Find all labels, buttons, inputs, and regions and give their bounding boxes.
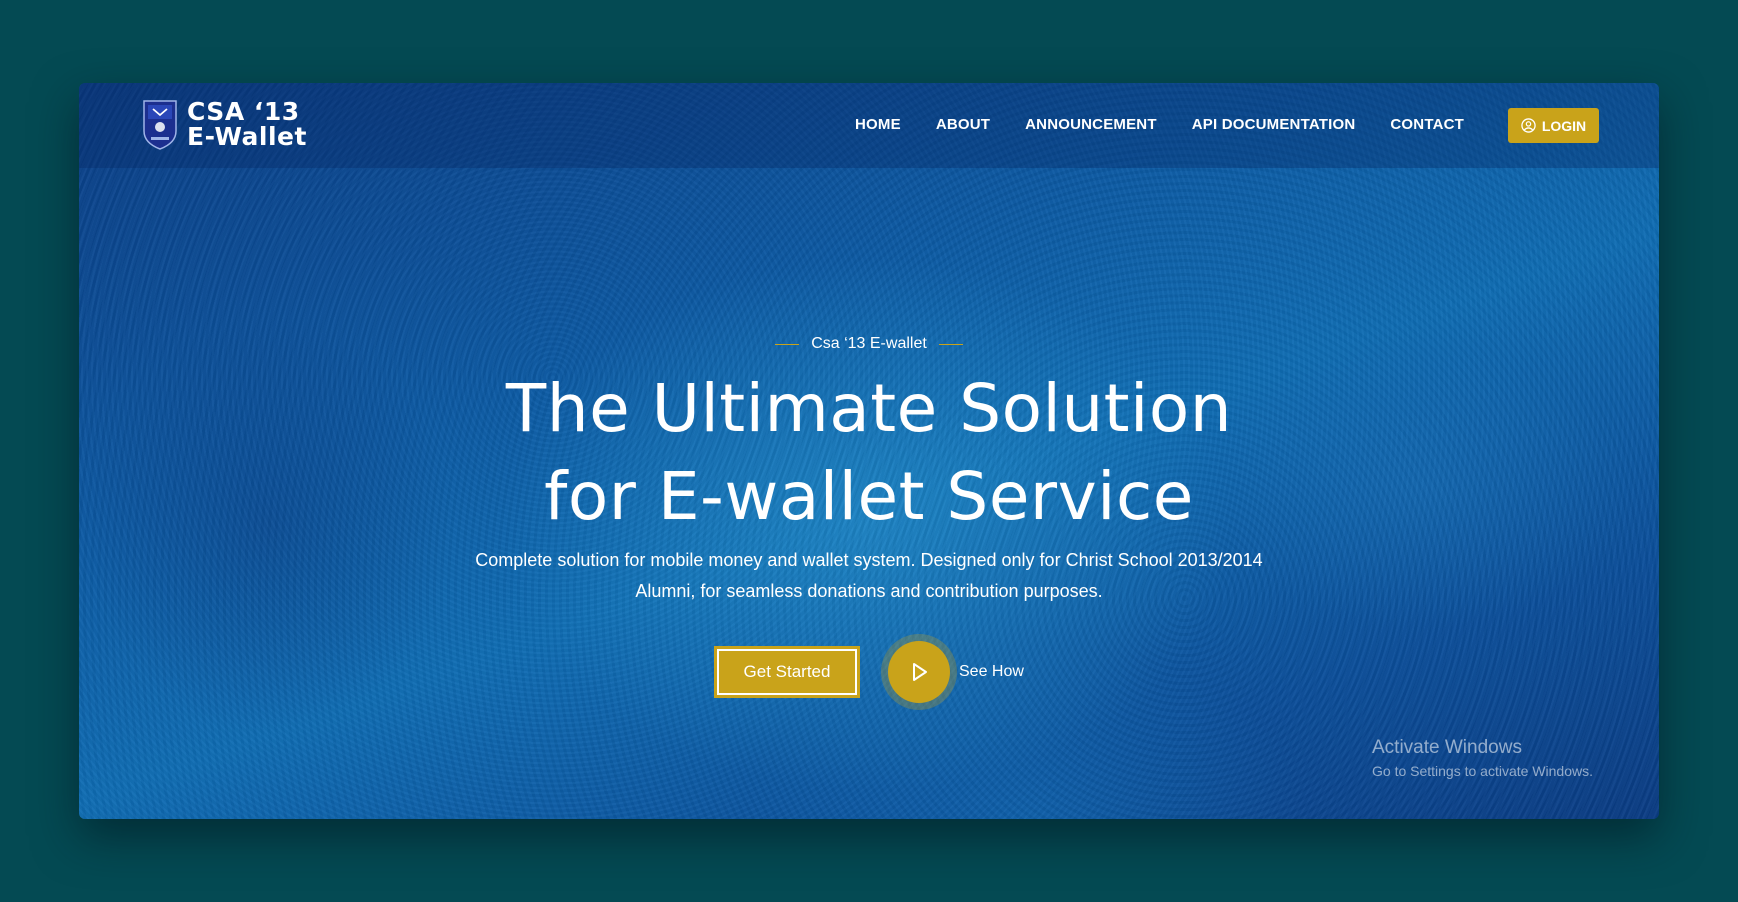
logo-line-1: CSA ‘13 [187, 97, 300, 126]
hero-actions: Get Started See How [714, 641, 1024, 703]
nav-home[interactable]: HOME [855, 116, 901, 133]
logo-text: CSA ‘13 E-Wallet [187, 99, 307, 149]
nav-api-documentation[interactable]: API DOCUMENTATION [1192, 116, 1356, 133]
hero-headline: The Ultimate Solution for E-wallet Servi… [79, 365, 1659, 541]
see-how-link[interactable]: See How [959, 663, 1024, 681]
nav-contact[interactable]: CONTACT [1390, 116, 1464, 133]
site-logo[interactable]: CSA ‘13 E-Wallet [141, 97, 307, 151]
nav-announcement[interactable]: ANNOUNCEMENT [1025, 116, 1157, 133]
eyebrow-line-right [938, 343, 963, 345]
hero-eyebrow: Csa ‘13 E-wallet [79, 335, 1659, 353]
login-button[interactable]: LOGIN [1508, 108, 1599, 143]
logo-line-2: E-Wallet [187, 122, 307, 151]
main-nav: HOME ABOUT ANNOUNCEMENT API DOCUMENTATIO… [855, 116, 1499, 133]
nav-about[interactable]: ABOUT [936, 116, 990, 133]
eyebrow-line-left [775, 343, 800, 345]
login-label: LOGIN [1541, 117, 1587, 134]
activate-title: Activate Windows [1372, 737, 1522, 758]
browser-viewport: CSA ‘13 E-Wallet HOME ABOUT ANNOUNCEMENT… [79, 83, 1659, 819]
play-button[interactable] [888, 641, 950, 703]
school-crest-icon [143, 100, 177, 150]
headline-line-1: The Ultimate Solution [505, 370, 1233, 447]
eyebrow-text: Csa ‘13 E-wallet [811, 335, 927, 352]
hero-subtitle: Complete solution for mobile money and w… [475, 550, 1263, 601]
activate-subtitle: Go to Settings to activate Windows. [1372, 763, 1593, 779]
play-icon [913, 663, 927, 681]
headline-line-2: for E-wallet Service [544, 458, 1194, 535]
windows-activation-watermark: Activate Windows Go to Settings to activ… [1372, 737, 1593, 779]
get-started-button[interactable]: Get Started [714, 646, 860, 698]
user-circle-icon [1521, 118, 1536, 133]
site-header: CSA ‘13 E-Wallet HOME ABOUT ANNOUNCEMENT… [79, 83, 1659, 168]
